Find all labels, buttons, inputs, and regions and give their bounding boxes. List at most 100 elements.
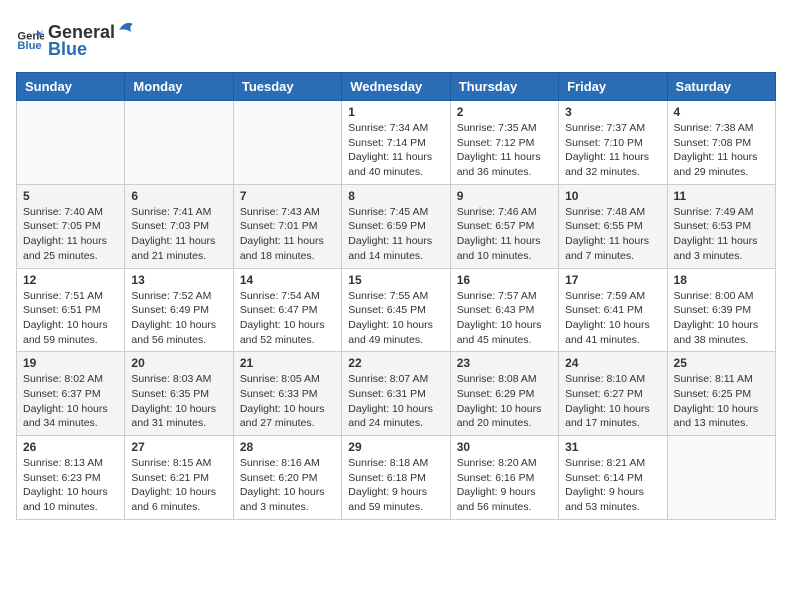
calendar-day-cell: 7 Sunrise: 7:43 AMSunset: 7:01 PMDaylight…: [233, 184, 341, 268]
day-info: Sunrise: 8:20 AMSunset: 6:16 PMDaylight:…: [457, 456, 552, 515]
calendar-day-cell: 29 Sunrise: 8:18 AMSunset: 6:18 PMDayligh…: [342, 436, 450, 520]
calendar-day-cell: 15Sunrise: 7:55 AMSunset: 6:45 PMDayligh…: [342, 268, 450, 352]
calendar-day-cell: 19Sunrise: 8:02 AMSunset: 6:37 PMDayligh…: [17, 352, 125, 436]
day-info: Sunrise: 7:38 AMSunset: 7:08 PMDaylight:…: [674, 121, 769, 180]
calendar-day-cell: 22Sunrise: 8:07 AMSunset: 6:31 PMDayligh…: [342, 352, 450, 436]
page-header: General Blue General Blue: [16, 16, 776, 60]
calendar-day-cell: 13Sunrise: 7:52 AMSunset: 6:49 PMDayligh…: [125, 268, 233, 352]
day-number: 9: [457, 189, 552, 203]
weekday-header: Sunday: [17, 73, 125, 101]
weekday-header: Monday: [125, 73, 233, 101]
day-number: 10: [565, 189, 660, 203]
day-number: 14: [240, 273, 335, 287]
day-number: 23: [457, 356, 552, 370]
day-number: 17: [565, 273, 660, 287]
day-info: Sunrise: 8:21 AMSunset: 6:14 PMDaylight:…: [565, 456, 660, 515]
day-number: 6: [131, 189, 226, 203]
calendar-day-cell: [233, 101, 341, 185]
day-info: Sunrise: 7:51 AMSunset: 6:51 PMDaylight:…: [23, 289, 118, 348]
day-number: 5: [23, 189, 118, 203]
calendar-day-cell: 2 Sunrise: 7:35 AMSunset: 7:12 PMDaylight…: [450, 101, 558, 185]
day-number: 11: [674, 189, 769, 203]
logo: General Blue General Blue: [16, 16, 137, 60]
calendar-day-cell: [17, 101, 125, 185]
logo-bird-icon: [117, 16, 135, 38]
day-number: 20: [131, 356, 226, 370]
calendar-day-cell: 12 Sunrise: 7:51 AMSunset: 6:51 PMDayligh…: [17, 268, 125, 352]
day-number: 7: [240, 189, 335, 203]
day-number: 4: [674, 105, 769, 119]
day-info: Sunrise: 8:05 AMSunset: 6:33 PMDaylight:…: [240, 372, 335, 431]
day-info: Sunrise: 8:16 AMSunset: 6:20 PMDaylight:…: [240, 456, 335, 515]
logo-icon: General Blue: [16, 24, 44, 52]
calendar-day-cell: 3 Sunrise: 7:37 AMSunset: 7:10 PMDaylight…: [559, 101, 667, 185]
day-number: 26: [23, 440, 118, 454]
day-number: 1: [348, 105, 443, 119]
day-info: Sunrise: 8:08 AMSunset: 6:29 PMDaylight:…: [457, 372, 552, 431]
calendar-day-cell: 27 Sunrise: 8:15 AMSunset: 6:21 PMDayligh…: [125, 436, 233, 520]
day-number: 16: [457, 273, 552, 287]
weekday-header: Friday: [559, 73, 667, 101]
day-number: 31: [565, 440, 660, 454]
calendar-day-cell: 9 Sunrise: 7:46 AMSunset: 6:57 PMDaylight…: [450, 184, 558, 268]
calendar-day-cell: [125, 101, 233, 185]
calendar-day-cell: 21 Sunrise: 8:05 AMSunset: 6:33 PMDayligh…: [233, 352, 341, 436]
day-info: Sunrise: 7:43 AMSunset: 7:01 PMDaylight:…: [240, 205, 335, 264]
day-number: 27: [131, 440, 226, 454]
day-number: 19: [23, 356, 118, 370]
calendar-day-cell: 26Sunrise: 8:13 AMSunset: 6:23 PMDayligh…: [17, 436, 125, 520]
day-number: 25: [674, 356, 769, 370]
calendar-day-cell: 28Sunrise: 8:16 AMSunset: 6:20 PMDayligh…: [233, 436, 341, 520]
calendar-day-cell: 8Sunrise: 7:45 AMSunset: 6:59 PMDaylight…: [342, 184, 450, 268]
svg-text:Blue: Blue: [17, 40, 41, 52]
day-info: Sunrise: 7:59 AMSunset: 6:41 PMDaylight:…: [565, 289, 660, 348]
calendar-day-cell: 20 Sunrise: 8:03 AMSunset: 6:35 PMDayligh…: [125, 352, 233, 436]
weekday-header: Tuesday: [233, 73, 341, 101]
calendar-day-cell: 24 Sunrise: 8:10 AMSunset: 6:27 PMDayligh…: [559, 352, 667, 436]
day-number: 21: [240, 356, 335, 370]
day-number: 13: [131, 273, 226, 287]
calendar-day-cell: 16 Sunrise: 7:57 AMSunset: 6:43 PMDayligh…: [450, 268, 558, 352]
day-info: Sunrise: 7:57 AMSunset: 6:43 PMDaylight:…: [457, 289, 552, 348]
day-number: 24: [565, 356, 660, 370]
day-info: Sunrise: 7:55 AMSunset: 6:45 PMDaylight:…: [348, 289, 443, 348]
day-info: Sunrise: 7:46 AMSunset: 6:57 PMDaylight:…: [457, 205, 552, 264]
day-info: Sunrise: 8:00 AMSunset: 6:39 PMDaylight:…: [674, 289, 769, 348]
day-number: 12: [23, 273, 118, 287]
day-info: Sunrise: 8:10 AMSunset: 6:27 PMDaylight:…: [565, 372, 660, 431]
weekday-header: Thursday: [450, 73, 558, 101]
day-info: Sunrise: 8:11 AMSunset: 6:25 PMDaylight:…: [674, 372, 769, 431]
calendar-day-cell: 4 Sunrise: 7:38 AMSunset: 7:08 PMDaylight…: [667, 101, 775, 185]
calendar-day-cell: 31 Sunrise: 8:21 AMSunset: 6:14 PMDayligh…: [559, 436, 667, 520]
day-number: 18: [674, 273, 769, 287]
day-info: Sunrise: 7:49 AMSunset: 6:53 PMDaylight:…: [674, 205, 769, 264]
day-info: Sunrise: 7:48 AMSunset: 6:55 PMDaylight:…: [565, 205, 660, 264]
day-info: Sunrise: 7:54 AMSunset: 6:47 PMDaylight:…: [240, 289, 335, 348]
day-info: Sunrise: 7:35 AMSunset: 7:12 PMDaylight:…: [457, 121, 552, 180]
weekday-header: Saturday: [667, 73, 775, 101]
calendar-week-row: 12 Sunrise: 7:51 AMSunset: 6:51 PMDayligh…: [17, 268, 776, 352]
day-info: Sunrise: 7:37 AMSunset: 7:10 PMDaylight:…: [565, 121, 660, 180]
calendar-table: SundayMondayTuesdayWednesdayThursdayFrid…: [16, 72, 776, 520]
weekday-header-row: SundayMondayTuesdayWednesdayThursdayFrid…: [17, 73, 776, 101]
day-info: Sunrise: 8:18 AMSunset: 6:18 PMDaylight:…: [348, 456, 443, 515]
calendar-day-cell: 5 Sunrise: 7:40 AMSunset: 7:05 PMDaylight…: [17, 184, 125, 268]
calendar-day-cell: 18 Sunrise: 8:00 AMSunset: 6:39 PMDayligh…: [667, 268, 775, 352]
day-info: Sunrise: 7:34 AMSunset: 7:14 PMDaylight:…: [348, 121, 443, 180]
calendar-day-cell: 6Sunrise: 7:41 AMSunset: 7:03 PMDaylight…: [125, 184, 233, 268]
day-number: 3: [565, 105, 660, 119]
day-info: Sunrise: 7:40 AMSunset: 7:05 PMDaylight:…: [23, 205, 118, 264]
weekday-header: Wednesday: [342, 73, 450, 101]
calendar-week-row: 1 Sunrise: 7:34 AMSunset: 7:14 PMDaylight…: [17, 101, 776, 185]
calendar-day-cell: 11 Sunrise: 7:49 AMSunset: 6:53 PMDayligh…: [667, 184, 775, 268]
calendar-day-cell: 25 Sunrise: 8:11 AMSunset: 6:25 PMDayligh…: [667, 352, 775, 436]
calendar-week-row: 5 Sunrise: 7:40 AMSunset: 7:05 PMDaylight…: [17, 184, 776, 268]
calendar-day-cell: 30Sunrise: 8:20 AMSunset: 6:16 PMDayligh…: [450, 436, 558, 520]
calendar-day-cell: 23 Sunrise: 8:08 AMSunset: 6:29 PMDayligh…: [450, 352, 558, 436]
day-number: 2: [457, 105, 552, 119]
day-info: Sunrise: 8:03 AMSunset: 6:35 PMDaylight:…: [131, 372, 226, 431]
day-number: 29: [348, 440, 443, 454]
day-number: 22: [348, 356, 443, 370]
calendar-day-cell: 17 Sunrise: 7:59 AMSunset: 6:41 PMDayligh…: [559, 268, 667, 352]
day-info: Sunrise: 8:15 AMSunset: 6:21 PMDaylight:…: [131, 456, 226, 515]
